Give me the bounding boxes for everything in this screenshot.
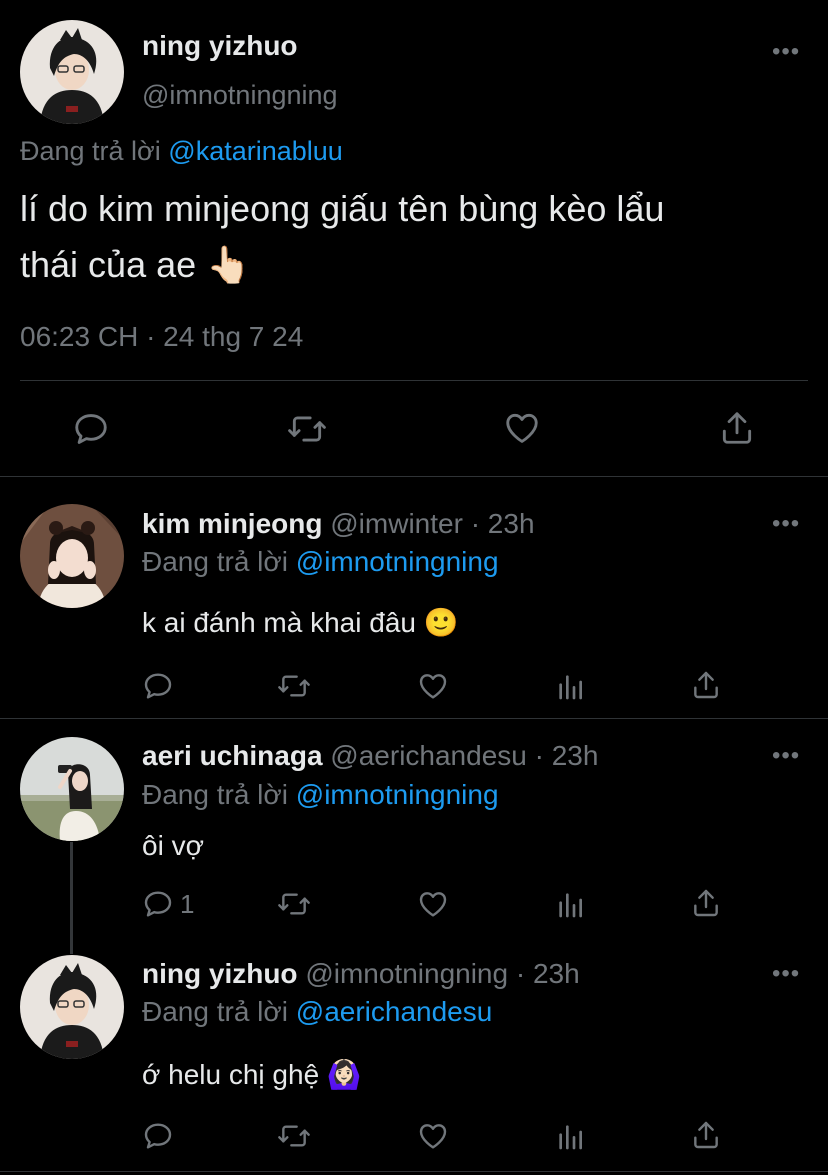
author-handle[interactable]: @imnotningning	[142, 80, 338, 111]
like-button[interactable]	[416, 888, 450, 920]
reply-context: Đang trả lời @katarinabluu	[20, 136, 343, 167]
divider	[20, 380, 808, 381]
reply-context: Đang trả lời @imnotningning	[142, 779, 499, 811]
thread-line	[70, 842, 73, 954]
reply-bubble-icon	[75, 414, 107, 444]
divider	[0, 718, 828, 719]
reply-header: aeri uchinaga @aerichandesu · 23h	[142, 740, 598, 772]
reply-to-link[interactable]: @imnotningning	[296, 546, 499, 577]
reply-to-link[interactable]: @aerichandesu	[296, 996, 493, 1027]
more-dots-icon[interactable]: •••	[772, 744, 800, 768]
reply-prefix: Đang trả lời	[20, 136, 161, 166]
like-button[interactable]	[416, 670, 450, 702]
heart-icon	[419, 674, 447, 699]
reply-button[interactable]	[142, 670, 180, 702]
reply-prefix: Đang trả lời	[142, 779, 288, 810]
reply-count: 1	[180, 888, 195, 919]
author-name[interactable]: ning yizhuo	[142, 30, 298, 62]
analytics-icon	[559, 1125, 582, 1150]
share-icon	[694, 671, 718, 699]
avatar[interactable]	[20, 737, 124, 841]
heart-icon	[506, 413, 538, 443]
more-dots-icon[interactable]: •••	[772, 962, 800, 986]
reply-button[interactable]	[72, 410, 110, 448]
like-button[interactable]	[416, 1120, 450, 1152]
reply-bubble-icon	[144, 1123, 172, 1149]
analytics-button[interactable]	[554, 670, 586, 702]
share-icon	[722, 412, 752, 444]
analytics-icon	[559, 675, 582, 700]
reply-bubble-icon	[144, 673, 172, 699]
reply-button[interactable]	[142, 1120, 180, 1152]
reply-time[interactable]: · 23h	[508, 958, 580, 989]
author-name[interactable]: ning yizhuo	[142, 958, 298, 989]
reply-to-link[interactable]: @imnotningning	[296, 779, 499, 810]
avatar[interactable]	[20, 20, 124, 124]
retweet-button[interactable]	[276, 1120, 312, 1152]
reply-text: ớ helu chị ghệ 🙆🏻‍♀️	[142, 1059, 362, 1090]
tweet-text-line-2: thái của ae 👆🏻	[20, 244, 251, 285]
divider	[0, 476, 828, 477]
avatar[interactable]	[20, 955, 124, 1059]
avatar[interactable]	[20, 504, 124, 608]
share-button[interactable]	[690, 886, 722, 920]
tweet-text-line-1: lí do kim minjeong giấu tên bùng kèo lẩu	[20, 188, 665, 229]
share-icon	[694, 889, 718, 917]
reply-context: Đang trả lời @imnotningning	[142, 546, 499, 578]
reply-bubble-icon	[144, 891, 172, 917]
heart-icon	[419, 1124, 447, 1149]
reply-to-link[interactable]: @katarinabluu	[168, 136, 343, 166]
reply-prefix: Đang trả lời	[142, 996, 288, 1027]
author-handle[interactable]: @imwinter	[330, 508, 463, 539]
author-handle[interactable]: @imnotningning	[305, 958, 508, 989]
author-name[interactable]: aeri uchinaga	[142, 740, 323, 771]
more-dots-icon[interactable]: •••	[772, 40, 800, 64]
retweet-icon	[278, 893, 310, 915]
share-button[interactable]	[690, 668, 722, 702]
reply-text: ôi vợ	[142, 830, 204, 861]
more-dots-icon[interactable]: •••	[772, 512, 800, 536]
reply-prefix: Đang trả lời	[142, 546, 288, 577]
divider	[0, 1171, 828, 1172]
author-handle[interactable]: @aerichandesu	[330, 740, 527, 771]
share-button[interactable]	[718, 408, 756, 448]
share-button[interactable]	[690, 1118, 722, 1152]
reply-text: k ai đánh mà khai đâu 🙂	[142, 607, 459, 638]
tweet-timestamp[interactable]: 06:23 CH · 24 thg 7 24	[20, 321, 303, 353]
heart-icon	[419, 892, 447, 917]
reply-context: Đang trả lời @aerichandesu	[142, 996, 492, 1028]
like-button[interactable]	[502, 409, 542, 447]
author-name[interactable]: kim minjeong	[142, 508, 322, 539]
reply-button[interactable]: 1	[142, 888, 194, 920]
retweet-icon	[278, 1125, 310, 1147]
retweet-button[interactable]	[276, 888, 312, 920]
reply-time[interactable]: · 23h	[463, 508, 535, 539]
retweet-button[interactable]	[286, 410, 328, 448]
reply-header: kim minjeong @imwinter · 23h	[142, 508, 535, 540]
retweet-icon	[288, 416, 326, 442]
retweet-icon	[278, 675, 310, 697]
analytics-icon	[559, 893, 582, 918]
analytics-button[interactable]	[554, 1120, 586, 1152]
retweet-button[interactable]	[276, 670, 312, 702]
analytics-button[interactable]	[554, 888, 586, 920]
reply-header: ning yizhuo @imnotningning · 23h	[142, 958, 580, 990]
share-icon	[694, 1121, 718, 1149]
reply-time[interactable]: · 23h	[527, 740, 599, 771]
